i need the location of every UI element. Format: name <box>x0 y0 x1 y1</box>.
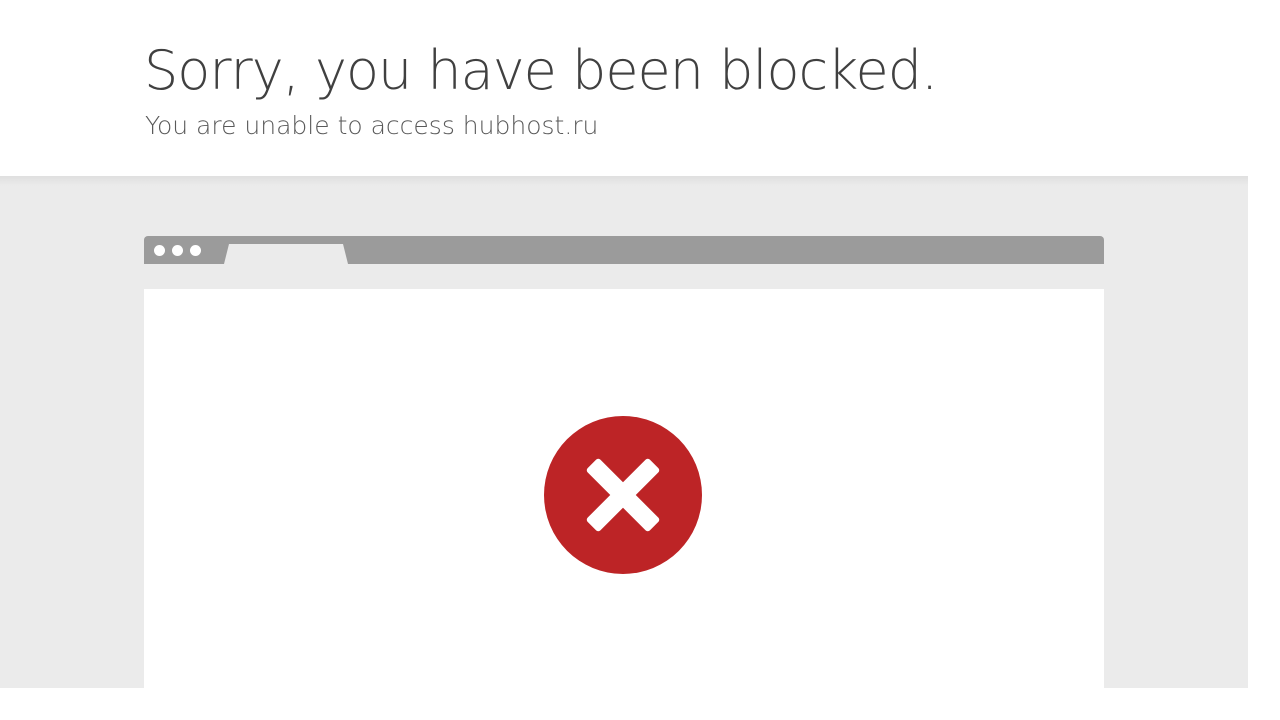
browser-viewport <box>144 289 1104 688</box>
illustration-area <box>0 176 1248 688</box>
browser-tab-shape <box>224 244 348 264</box>
window-controls <box>154 245 201 256</box>
window-dot <box>154 245 165 256</box>
page-header: Sorry, you have been blocked. You are un… <box>0 0 1280 176</box>
page-footer-strip <box>0 688 1280 720</box>
window-dot <box>190 245 201 256</box>
browser-window-icon <box>144 236 1104 264</box>
error-x-icon <box>544 416 702 574</box>
page-title: Sorry, you have been blocked. <box>144 39 938 102</box>
page-subtitle: You are unable to access hubhost.ru <box>145 111 599 140</box>
window-dot <box>172 245 183 256</box>
